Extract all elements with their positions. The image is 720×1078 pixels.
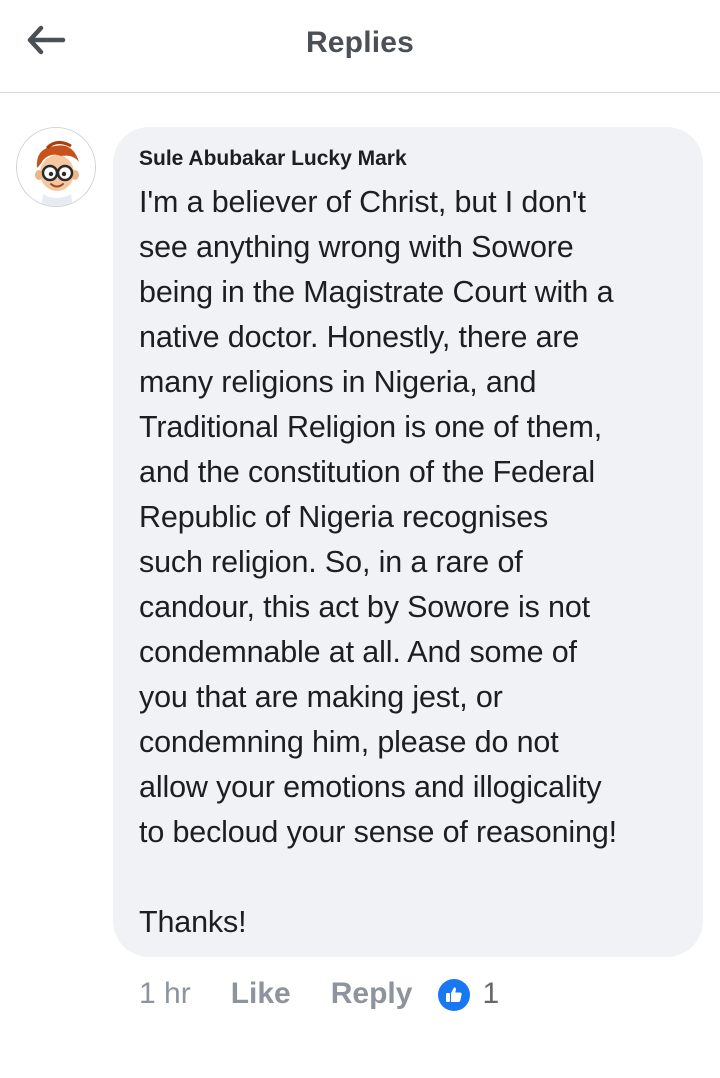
- comment-timestamp[interactable]: 1 hr: [139, 977, 191, 1011]
- comment-actions: 1 hr Like Reply 1: [139, 972, 499, 1016]
- cartoon-boy-avatar: [17, 128, 95, 206]
- avatar[interactable]: [16, 127, 96, 207]
- reaction-count[interactable]: 1: [482, 977, 499, 1011]
- comment-text: I'm a believer of Christ, but I don't se…: [139, 185, 617, 939]
- comment-bubble[interactable]: Sule Abubakar Lucky Mark I'm a believer …: [113, 127, 703, 957]
- like-button[interactable]: Like: [231, 977, 291, 1011]
- thumbs-up-icon[interactable]: [438, 979, 471, 1011]
- top-bar: Replies: [0, 0, 720, 93]
- reply-button[interactable]: Reply: [331, 977, 413, 1011]
- page-title: Replies: [305, 26, 415, 59]
- comment-author[interactable]: Sule Abubakar Lucky Mark: [139, 147, 407, 171]
